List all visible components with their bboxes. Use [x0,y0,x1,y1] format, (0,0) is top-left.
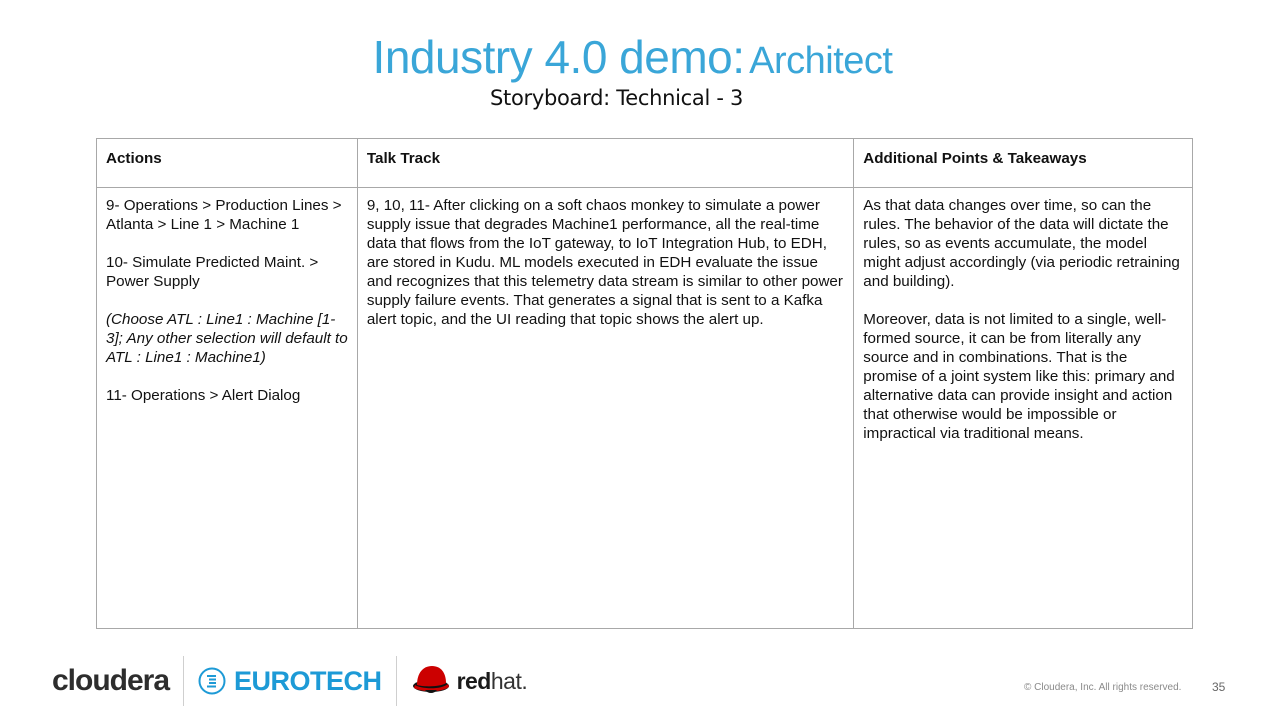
eurotech-logo: EUROTECH [198,666,382,697]
slide-subtitle: Storyboard: Technical - 3 [490,86,744,110]
column-header-takeaways: Additional Points & Takeaways [853,138,1193,188]
cloudera-logo: cloudera [52,664,170,697]
table-header-row: Actions Talk Track Additional Points & T… [96,138,1193,188]
page-number: 35 [1212,680,1226,694]
action-step: 10- Simulate Predicted Maint. > Power Su… [106,254,319,290]
redhat-wordmark-red: red [456,667,492,694]
takeaway-paragraph: As that data changes over time, so can t… [863,197,1180,290]
redhat-logo: red hat. [411,663,528,699]
talk-track-paragraph: 9, 10, 11- After clicking on a soft chao… [366,197,843,328]
eurotech-mark-icon [198,667,226,695]
redhat-shadowman-icon [412,666,449,693]
copyright-notice: © Cloudera, Inc. All rights reserved. [1024,682,1182,693]
takeaway-paragraph: Moreover, data is not limited to a singl… [863,311,1175,442]
action-step: 9- Operations > Production Lines > Atlan… [106,197,342,233]
actions-cell: 9- Operations > Production Lines > Atlan… [96,187,358,629]
slide-title-sub: Architect [749,40,893,82]
redhat-wordmark-hat: hat. [490,667,528,694]
eurotech-wordmark: EUROTECH [234,665,382,696]
slide-title-main: Industry 4.0 demo: [372,31,745,83]
column-header-actions: Actions [96,138,358,188]
partner-logos: cloudera EUROTECH red hat. [52,655,528,707]
table-row: 9- Operations > Production Lines > Atlan… [96,187,1193,629]
talk-track-cell: 9, 10, 11- After clicking on a soft chao… [356,187,855,629]
column-header-talk-track: Talk Track [356,138,855,188]
logo-divider [395,656,397,706]
storyboard-table: Actions Talk Track Additional Points & T… [96,138,1193,629]
slide-title: Industry 4.0 demo: Architect [0,30,1265,84]
action-note: (Choose ATL : Line1 : Machine [1-3]; Any… [106,311,348,366]
logo-divider [183,656,185,706]
takeaways-cell: As that data changes over time, so can t… [853,187,1193,629]
action-step: 11- Operations > Alert Dialog [106,387,301,404]
